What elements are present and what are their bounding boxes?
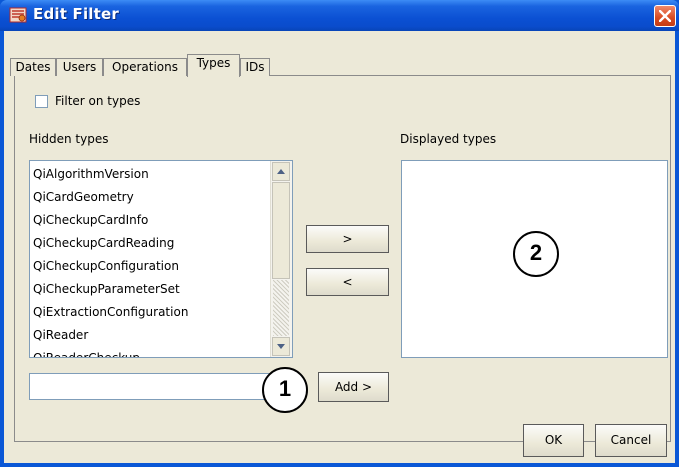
scroll-thumb[interactable] [272, 182, 290, 279]
hidden-types-label: Hidden types [29, 132, 109, 146]
list-item[interactable]: QiReaderCheckup [31, 347, 271, 357]
move-left-button[interactable]: < [306, 268, 389, 296]
tab-dates[interactable]: Dates [10, 58, 56, 76]
list-item[interactable]: QiCheckupCardInfo [31, 209, 271, 232]
tab-users[interactable]: Users [56, 58, 103, 76]
new-type-input[interactable] [29, 373, 287, 400]
list-item[interactable]: QiExtractionConfiguration [31, 301, 271, 324]
filter-on-types-label: Filter on types [55, 94, 141, 108]
callout-marker-2: 2 [513, 231, 559, 277]
filter-on-types-checkbox[interactable] [35, 95, 48, 108]
close-button[interactable] [654, 5, 676, 27]
callout-marker-1: 1 [262, 367, 308, 413]
scroll-up-button[interactable] [272, 162, 290, 181]
arrow-down-icon [277, 344, 285, 349]
hidden-types-items: QiAlgorithmVersion QiCardGeometry QiChec… [31, 163, 271, 357]
app-icon [9, 7, 27, 23]
list-item[interactable]: QiCheckupParameterSet [31, 278, 271, 301]
tab-ids[interactable]: IDs [240, 58, 270, 76]
move-right-button[interactable]: > [306, 225, 389, 253]
displayed-types-label: Displayed types [400, 132, 497, 146]
tab-types-label: Types [196, 56, 231, 70]
list-item[interactable]: QiReader [31, 324, 271, 347]
cancel-button[interactable]: Cancel [595, 424, 667, 457]
tab-ids-label: IDs [245, 60, 265, 74]
list-item[interactable]: QiCheckupCardReading [31, 232, 271, 255]
tab-operations[interactable]: Operations [103, 58, 187, 76]
window-bottom-border [0, 463, 679, 467]
ok-button[interactable]: OK [523, 424, 584, 457]
list-item[interactable]: QiCardGeometry [31, 186, 271, 209]
edit-filter-window: Edit Filter Dates Users Operations Types… [0, 0, 679, 467]
arrow-up-icon [277, 169, 285, 174]
tab-operations-label: Operations [112, 60, 178, 74]
add-button[interactable]: Add > [318, 372, 389, 402]
scroll-track[interactable] [273, 280, 289, 336]
title-bar[interactable]: Edit Filter [0, 0, 679, 31]
hidden-types-scrollbar[interactable] [270, 161, 292, 357]
tab-dates-label: Dates [15, 60, 51, 74]
hidden-types-list[interactable]: QiAlgorithmVersion QiCardGeometry QiChec… [29, 160, 293, 358]
window-title: Edit Filter [33, 5, 119, 23]
tab-users-label: Users [62, 60, 97, 74]
list-item[interactable]: QiCheckupConfiguration [31, 255, 271, 278]
close-icon [659, 10, 671, 22]
tab-types[interactable]: Types [187, 54, 240, 77]
scroll-down-button[interactable] [272, 337, 290, 356]
list-item[interactable]: QiAlgorithmVersion [31, 163, 271, 186]
